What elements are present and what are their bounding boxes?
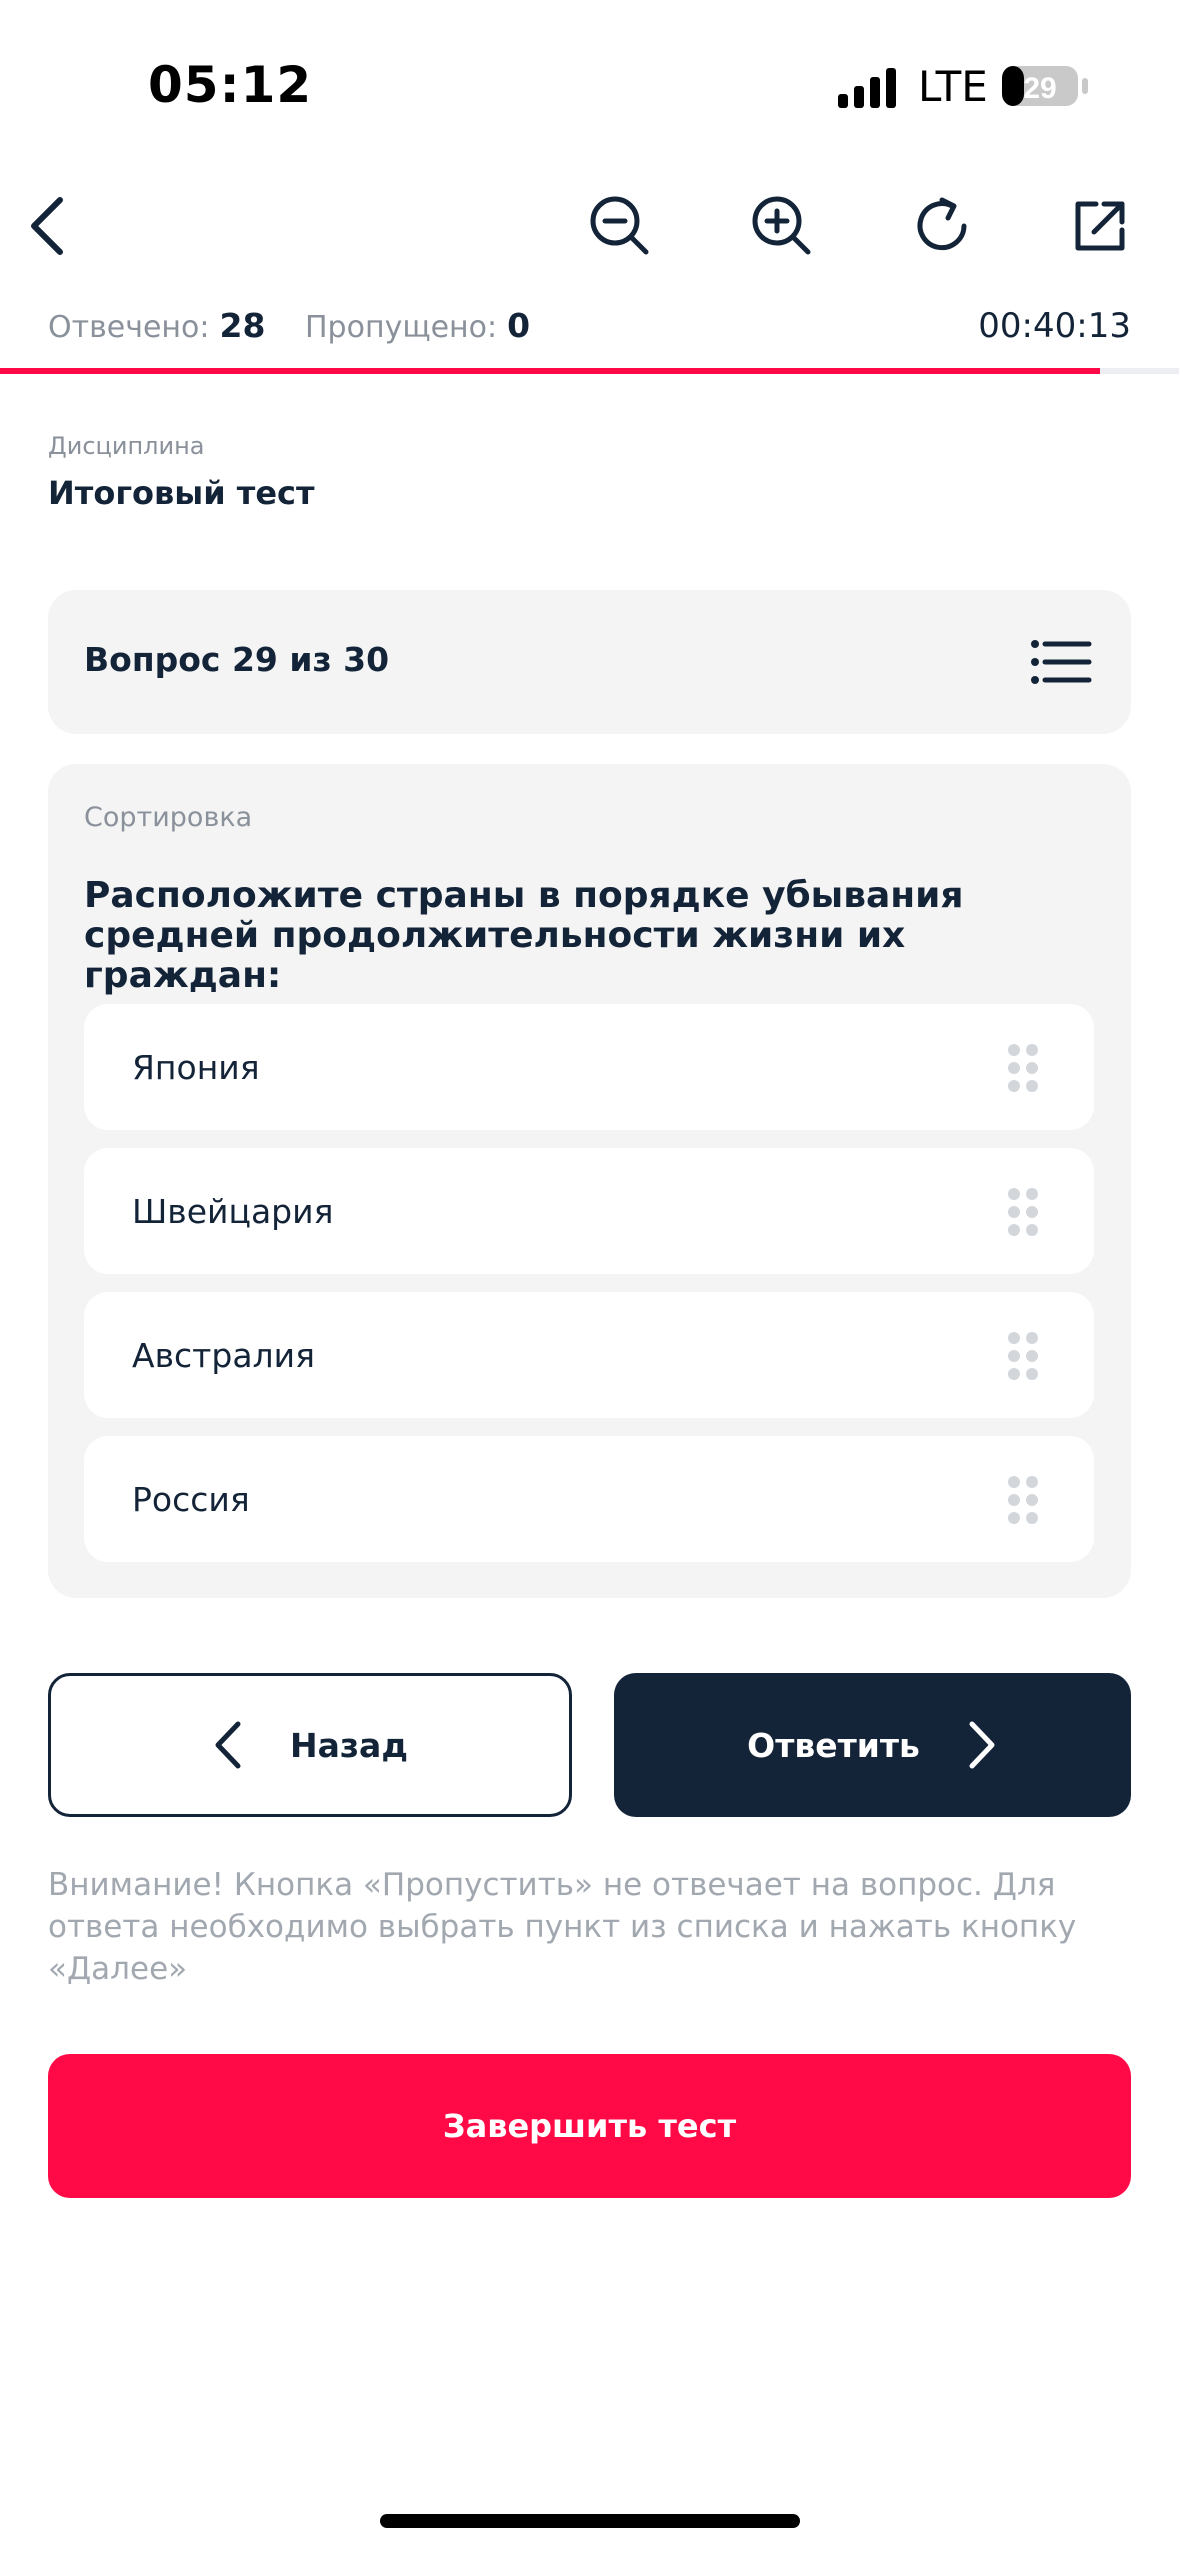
signal-icon xyxy=(838,68,896,108)
zoom-in-icon[interactable] xyxy=(742,186,822,266)
home-indicator xyxy=(380,2514,800,2528)
question-list-icon[interactable] xyxy=(1029,630,1093,694)
question-type: Сортировка xyxy=(84,802,253,833)
status-time: 05:12 xyxy=(148,56,313,114)
answered-stat: Отвечено: 28 xyxy=(48,306,265,345)
option-label: Швейцария xyxy=(132,1192,334,1231)
progress-fill xyxy=(0,368,1100,374)
chevron-right-icon xyxy=(969,1721,995,1769)
network-type: LTE xyxy=(918,62,988,111)
drag-handle-icon[interactable] xyxy=(1006,1186,1040,1238)
stats-row: Отвечено: 28 Пропущено: 0 00:40:13 xyxy=(48,306,1131,350)
answer-button-label: Ответить xyxy=(747,1725,920,1765)
question-number: Вопрос 29 из 30 xyxy=(84,640,390,679)
drag-handle-icon[interactable] xyxy=(1006,1474,1040,1526)
back-button[interactable]: Назад xyxy=(48,1673,572,1817)
finish-test-label: Завершить тест xyxy=(442,2107,737,2145)
zoom-out-icon[interactable] xyxy=(580,186,660,266)
sortable-option[interactable]: Австралия xyxy=(84,1292,1094,1418)
chevron-left-icon xyxy=(215,1721,241,1769)
answer-button[interactable]: Ответить xyxy=(614,1673,1131,1817)
screen: 05:12 LTE 29 Отвечено: 28 Пропущено: 0 00:… xyxy=(0,0,1179,2556)
drag-handle-icon[interactable] xyxy=(1006,1330,1040,1382)
discipline-title: Итоговый тест xyxy=(48,474,315,512)
question-text: Расположите страны в порядке убывания ср… xyxy=(84,875,964,996)
skipped-label: Пропущено: xyxy=(305,310,498,345)
answered-label: Отвечено: xyxy=(48,310,210,345)
share-icon[interactable] xyxy=(1060,186,1140,266)
battery-level: 29 xyxy=(1023,72,1056,105)
question-header: Вопрос 29 из 30 xyxy=(48,590,1131,734)
back-button-label: Назад xyxy=(290,1725,408,1765)
finish-test-button[interactable]: Завершить тест xyxy=(48,2054,1131,2198)
option-label: Япония xyxy=(132,1048,260,1087)
sortable-option[interactable]: Швейцария xyxy=(84,1148,1094,1274)
skipped-value: 0 xyxy=(507,306,531,345)
drag-handle-icon[interactable] xyxy=(1006,1042,1040,1094)
back-icon[interactable] xyxy=(6,186,86,266)
sortable-option[interactable]: Япония xyxy=(84,1004,1094,1130)
battery-icon: 29 xyxy=(1002,66,1088,106)
sortable-option[interactable]: Россия xyxy=(84,1436,1094,1562)
option-label: Австралия xyxy=(132,1336,315,1375)
refresh-icon[interactable] xyxy=(904,186,984,266)
skipped-stat: Пропущено: 0 xyxy=(305,306,530,345)
question-card: Сортировка Расположите страны в порядке … xyxy=(48,764,1131,1598)
discipline-label: Дисциплина xyxy=(48,432,205,460)
sortable-options: Япония Швейцария Австралия Россия xyxy=(84,1004,1094,1580)
progress-bar xyxy=(0,368,1179,374)
warning-text: Внимание! Кнопка «Пропустить» не отвечае… xyxy=(48,1867,1077,1987)
option-label: Россия xyxy=(132,1480,250,1519)
answered-value: 28 xyxy=(219,306,266,345)
timer: 00:40:13 xyxy=(978,306,1131,346)
